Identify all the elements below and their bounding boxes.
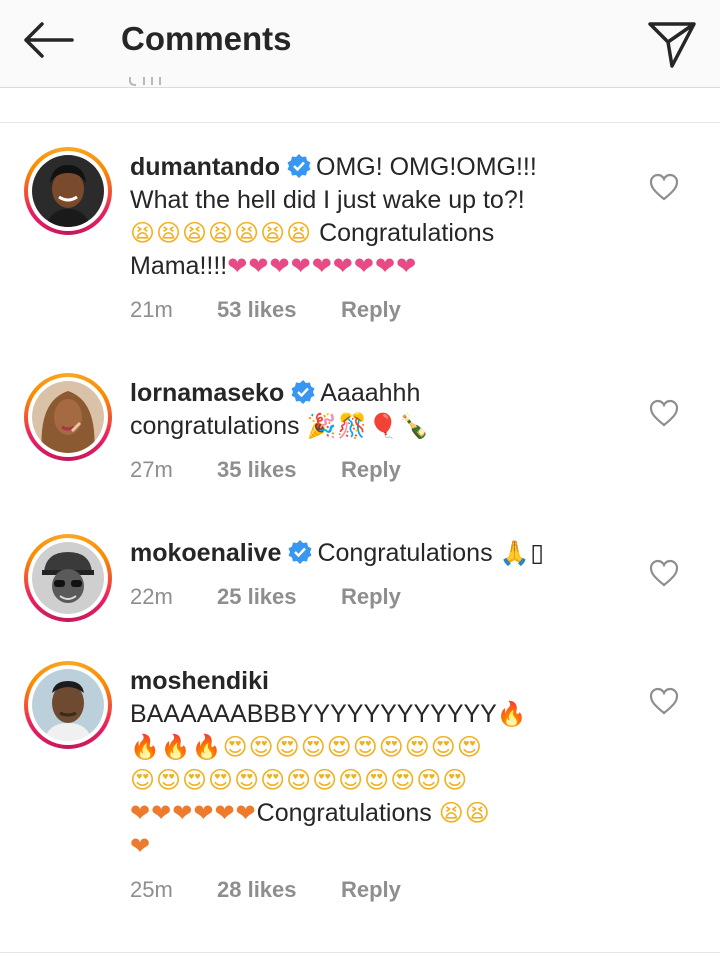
avatar — [32, 381, 104, 453]
like-comment-button[interactable] — [648, 172, 680, 202]
share-button[interactable] — [640, 10, 704, 74]
comment-text-line: congratulations — [130, 412, 307, 440]
likes-count-link[interactable]: 25 likes — [217, 584, 341, 610]
divider — [0, 122, 720, 123]
comment-text-line: What the hell did I just wake up to?! — [130, 186, 525, 214]
verified-badge-icon — [291, 380, 315, 404]
reply-button[interactable]: Reply — [341, 877, 401, 903]
comment-text-line: Congratulations — [317, 539, 500, 567]
divider — [0, 952, 720, 953]
page-title: Comments — [121, 20, 292, 57]
reply-button[interactable]: Reply — [341, 457, 401, 483]
avatar — [32, 669, 104, 741]
reply-button[interactable]: Reply — [341, 297, 401, 323]
comment-text-line: Congratulations — [256, 799, 439, 827]
comment-username[interactable]: lornamaseko — [130, 379, 284, 407]
comment-time: 25m — [130, 877, 173, 902]
like-comment-button[interactable] — [648, 686, 680, 716]
like-comment-button[interactable] — [648, 398, 680, 428]
heart-outline-icon — [649, 399, 679, 427]
fire-emoji: 🔥 — [496, 700, 528, 728]
comment-text-line: BAAAAAABBBYYYYYYYYYYYY — [130, 700, 497, 728]
orange-heart-emoji: ❤❤❤❤❤❤ — [130, 799, 257, 827]
likes-count-link[interactable]: 35 likes — [217, 457, 341, 483]
avatar-story-ring[interactable] — [24, 373, 112, 461]
top-app-bar: Comments — [0, 0, 720, 88]
comment-meta: 27m 35 likes Reply — [130, 457, 401, 483]
reply-button[interactable]: Reply — [341, 584, 401, 610]
tired-face-emoji: 😫😫😫😫😫😫😫 — [130, 219, 313, 247]
comment-time: 22m — [130, 584, 173, 609]
heart-outline-icon — [649, 559, 679, 587]
likes-count-link[interactable]: 53 likes — [217, 297, 341, 323]
comment-text: lornamaseko Aaaahhh congratulations 🎉🎊🎈🍾 — [130, 377, 610, 443]
comment-text: moshendiki BAAAAAABBBYYYYYYYYYYYY🔥 🔥🔥🔥😍😍… — [130, 665, 610, 863]
missing-glyph: ▯ — [530, 539, 545, 567]
avatar — [32, 542, 104, 614]
tired-face-emoji: 😫😫 — [438, 799, 491, 827]
comment-username[interactable]: mokoenalive — [130, 539, 281, 567]
avatar-story-ring[interactable] — [24, 661, 112, 749]
pink-heart-emoji: ❤❤❤❤❤❤❤❤❤ — [227, 252, 418, 280]
comment-meta: 25m 28 likes Reply — [130, 877, 401, 903]
fire-and-heart-eyes-emoji: 🔥🔥🔥😍😍😍😍😍😍😍😍😍😍 — [130, 733, 483, 761]
comment-meta: 22m 25 likes Reply — [130, 584, 401, 610]
avatar-story-ring[interactable] — [24, 534, 112, 622]
avatar — [32, 155, 104, 227]
verified-badge-icon — [287, 154, 311, 178]
comment-text: dumantando OMG! OMG!OMG!!! What the hell … — [130, 151, 610, 283]
comment-time: 21m — [130, 297, 173, 322]
back-button[interactable] — [14, 14, 78, 68]
avatar-story-ring[interactable] — [24, 147, 112, 235]
likes-count-link[interactable]: 28 likes — [217, 877, 341, 903]
orange-heart-emoji: ❤ — [130, 832, 152, 860]
comment-text-line: OMG! OMG!OMG!!! — [316, 153, 537, 181]
back-arrow-icon — [24, 22, 74, 58]
comment-username[interactable]: moshendiki — [130, 667, 269, 695]
verified-badge-icon — [288, 540, 312, 564]
comment-text-line: Mama!!!! — [130, 252, 228, 280]
comment-meta: 21m 53 likes Reply — [130, 297, 401, 323]
paper-plane-icon — [648, 22, 696, 68]
heart-outline-icon — [649, 173, 679, 201]
folded-hands-emoji: 🙏 — [499, 539, 531, 567]
comment-text-line: Congratulations — [312, 219, 495, 247]
heart-eyes-emoji: 😍😍😍😍😍😍😍😍😍😍😍😍😍 — [130, 766, 469, 794]
previous-comment-fragment — [126, 76, 186, 88]
comment-time: 27m — [130, 457, 173, 482]
comment-username[interactable]: dumantando — [130, 153, 280, 181]
comment-text: mokoenalive Congratulations 🙏▯ — [130, 537, 610, 570]
comment-text-line: Aaaahhh — [320, 379, 421, 407]
heart-outline-icon — [649, 687, 679, 715]
party-emoji: 🎉🎊🎈🍾 — [306, 412, 431, 440]
like-comment-button[interactable] — [648, 558, 680, 588]
